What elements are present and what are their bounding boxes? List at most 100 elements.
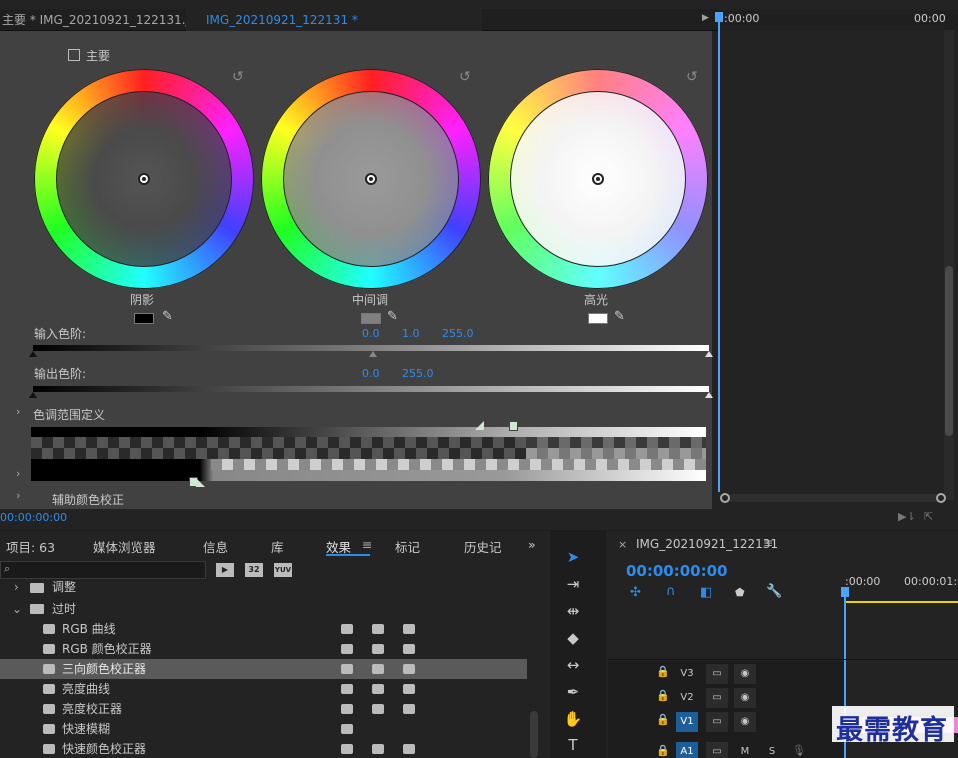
slip-tool-icon[interactable]: ↔ <box>560 656 586 678</box>
lock-icon[interactable]: 🔒 <box>656 665 670 678</box>
input-white-slider[interactable] <box>705 351 713 357</box>
playhead-handle[interactable] <box>841 587 849 597</box>
chevron-right-icon[interactable]: › <box>16 405 20 418</box>
shadows-swatch[interactable] <box>134 313 154 324</box>
input-black-value[interactable]: 0.0 <box>362 327 380 340</box>
pen-tool-icon[interactable]: ✒ <box>560 683 586 705</box>
more-panels-icon[interactable]: » <box>528 537 536 552</box>
list-item[interactable]: 快速模糊 <box>0 719 527 739</box>
tab-history[interactable]: 历史记 <box>464 537 502 556</box>
eye-icon[interactable]: ◉ <box>734 664 756 684</box>
track-v2-label[interactable]: V2 <box>676 688 698 708</box>
tab-project[interactable]: 项目: 63 <box>6 537 55 556</box>
output-white-value[interactable]: 255.0 <box>402 367 434 380</box>
list-item[interactable]: RGB 颜色校正器 <box>0 639 527 659</box>
microphone-icon[interactable]: 🎙 <box>792 744 806 757</box>
chevron-right-icon[interactable]: › <box>16 467 20 480</box>
eye-icon[interactable]: ◉ <box>734 712 756 732</box>
list-item[interactable]: RGB 曲线 <box>0 619 527 639</box>
playhead-handle[interactable] <box>715 12 723 22</box>
tab-info[interactable]: 信息 <box>203 537 228 556</box>
track-v1-label[interactable]: V1 <box>676 712 698 732</box>
32bit-effects-icon[interactable]: 32 <box>245 563 263 577</box>
track-select-tool-icon[interactable]: ⇥ <box>560 575 586 597</box>
sync-lock-icon[interactable]: ▭ <box>706 688 728 708</box>
reset-icon[interactable]: ↺ <box>459 69 471 85</box>
highlights-softness-handle[interactable] <box>475 421 484 430</box>
scroll-handle-left[interactable] <box>720 493 730 503</box>
highlights-wheel-handle[interactable] <box>592 173 604 185</box>
export-icon[interactable]: ⇱ <box>924 510 933 523</box>
ripple-edit-tool-icon[interactable]: ⇹ <box>560 602 586 624</box>
output-levels-bar[interactable] <box>33 386 709 392</box>
master-checkbox[interactable] <box>68 49 80 61</box>
input-gamma-value[interactable]: 1.0 <box>402 327 420 340</box>
list-scrollbar[interactable] <box>530 711 538 758</box>
yuv-effects-icon[interactable]: YUV <box>274 563 292 577</box>
lock-icon[interactable]: 🔒 <box>656 689 670 702</box>
lock-icon[interactable]: 🔒 <box>656 744 670 757</box>
list-item-selected[interactable]: 三向颜色校正器 <box>0 659 527 679</box>
reset-icon[interactable]: ↺ <box>232 69 244 85</box>
shadows-color-wheel[interactable] <box>34 69 254 289</box>
tab-markers[interactable]: 标记 <box>395 537 420 556</box>
panel-menu-icon[interactable]: ≡ <box>763 536 773 550</box>
folder-row[interactable]: ⌄ 过时 <box>0 599 527 619</box>
accelerated-effects-icon[interactable]: ▶ <box>216 563 234 577</box>
linked-selection-icon[interactable]: ◧ <box>700 585 712 600</box>
input-black-slider[interactable] <box>29 351 37 357</box>
lock-icon[interactable]: 🔒 <box>656 713 670 726</box>
eyedropper-icon[interactable]: ✎ <box>387 309 398 324</box>
shadows-wheel-handle[interactable] <box>138 173 150 185</box>
output-black-slider[interactable] <box>29 392 37 398</box>
type-tool-icon[interactable]: T <box>560 736 586 758</box>
play-arrow-icon[interactable]: ▶ <box>702 13 709 23</box>
sync-lock-icon[interactable]: ▭ <box>706 742 728 758</box>
highlights-color-wheel[interactable] <box>488 69 708 289</box>
effect-controls-timecode[interactable]: 00:00:00:00 <box>0 511 67 524</box>
list-item[interactable]: 亮度曲线 <box>0 679 527 699</box>
close-icon[interactable]: × <box>618 538 627 551</box>
clip-tab[interactable]: IMG_20210921_122131 * IMG_20210921_12213… <box>186 9 482 49</box>
source-tab[interactable]: 主要 * IMG_20210921_122131.jpg <box>0 9 204 31</box>
scrollbar-thumb[interactable] <box>945 266 953 436</box>
hand-tool-icon[interactable]: ✋ <box>560 710 586 732</box>
list-item[interactable]: 亮度校正器 <box>0 699 527 719</box>
output-white-slider[interactable] <box>705 392 713 398</box>
work-area-bar[interactable] <box>846 601 958 603</box>
selection-tool-icon[interactable]: ➤ <box>560 548 586 570</box>
tab-media-browser[interactable]: 媒体浏览器 <box>93 537 156 556</box>
marker-icon[interactable]: ⬟ <box>735 586 745 599</box>
eyedropper-icon[interactable]: ✎ <box>614 309 625 324</box>
scroll-handle-right[interactable] <box>936 493 946 503</box>
sync-lock-icon[interactable]: ▭ <box>706 712 728 732</box>
input-white-value[interactable]: 255.0 <box>442 327 474 340</box>
sync-lock-icon[interactable]: ▭ <box>706 664 728 684</box>
vertical-scrollbar[interactable] <box>944 30 954 500</box>
list-item[interactable]: 快速颜色校正器 <box>0 739 527 758</box>
track-a1-label[interactable]: A1 <box>676 742 698 758</box>
midtones-swatch[interactable] <box>361 313 381 324</box>
eye-icon[interactable]: ◉ <box>734 688 756 708</box>
effects-search-input[interactable]: ⌕ <box>0 561 206 579</box>
snap-icon[interactable]: ✣ <box>630 585 641 600</box>
razor-tool-icon[interactable]: ◆ <box>560 629 586 651</box>
playhead-line[interactable] <box>718 12 720 492</box>
shadows-softness-handle[interactable] <box>196 478 205 487</box>
mini-ruler[interactable]: :00:00 00:00 <box>718 10 958 30</box>
output-black-value[interactable]: 0.0 <box>362 367 380 380</box>
timeline-timecode[interactable]: 00:00:00:00 <box>626 562 728 580</box>
horizontal-scrollbar[interactable] <box>720 493 946 503</box>
input-gamma-slider[interactable] <box>369 351 377 357</box>
highlights-swatch[interactable] <box>588 313 608 324</box>
folder-row[interactable]: › 调整 <box>0 581 527 595</box>
tab-libraries[interactable]: 库 <box>271 537 284 556</box>
chevron-right-icon[interactable]: › <box>16 489 20 502</box>
midtones-wheel-handle[interactable] <box>365 173 377 185</box>
highlights-threshold-handle[interactable] <box>509 421 518 431</box>
play-only-icon[interactable]: ▶⇂ <box>898 510 916 523</box>
wrench-icon[interactable]: 🔧 <box>766 584 782 599</box>
track-v3-label[interactable]: V3 <box>676 664 698 684</box>
sequence-tab[interactable]: IMG_20210921_122131 <box>636 537 778 551</box>
mute-button[interactable]: M <box>734 742 756 758</box>
